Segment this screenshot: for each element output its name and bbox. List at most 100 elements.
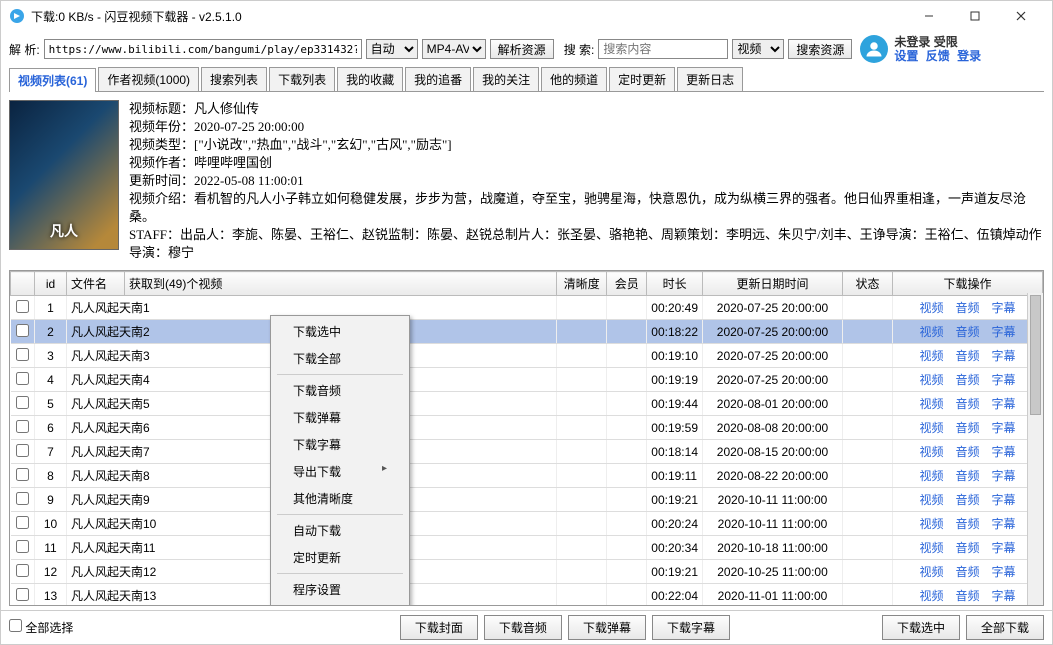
download-sub-link[interactable]: 字幕	[992, 541, 1016, 555]
row-checkbox[interactable]	[16, 588, 29, 601]
table-row[interactable]: 8凡人风起天南800:19:112020-08-22 20:00:00视频音频字…	[11, 464, 1043, 488]
download-sub-link[interactable]: 字幕	[992, 445, 1016, 459]
download-video-link[interactable]: 视频	[919, 373, 943, 387]
download-sub-link[interactable]: 字幕	[992, 373, 1016, 387]
context-menu-item[interactable]: 导出下载	[273, 458, 407, 485]
table-row[interactable]: 10凡人风起天南1000:20:242020-10-11 11:00:00视频音…	[11, 512, 1043, 536]
scrollbar-thumb[interactable]	[1030, 295, 1041, 415]
tab-0[interactable]: 视频列表(61)	[9, 68, 96, 92]
search-type-select[interactable]: 视频	[732, 39, 784, 59]
tab-9[interactable]: 更新日志	[677, 67, 743, 91]
row-checkbox[interactable]	[16, 564, 29, 577]
row-checkbox[interactable]	[16, 468, 29, 481]
download-video-link[interactable]: 视频	[919, 565, 943, 579]
login-link[interactable]: 登录	[957, 49, 981, 63]
download-sub-link[interactable]: 字幕	[992, 421, 1016, 435]
download-audio-link[interactable]: 音频	[955, 565, 979, 579]
download-video-link[interactable]: 视频	[919, 541, 943, 555]
row-checkbox[interactable]	[16, 516, 29, 529]
tab-5[interactable]: 我的追番	[405, 67, 471, 91]
context-menu-item[interactable]: 其他清晰度	[273, 485, 407, 512]
tab-6[interactable]: 我的关注	[473, 67, 539, 91]
download-audio-link[interactable]: 音频	[955, 349, 979, 363]
download-video-link[interactable]: 视频	[919, 421, 943, 435]
table-row[interactable]: 11凡人风起天南1100:20:342020-10-18 11:00:00视频音…	[11, 536, 1043, 560]
download-video-link[interactable]: 视频	[919, 349, 943, 363]
download-audio-link[interactable]: 音频	[955, 541, 979, 555]
table-row[interactable]: 9凡人风起天南900:19:212020-10-11 11:00:00视频音频字…	[11, 488, 1043, 512]
table-row[interactable]: 5凡人风起天南500:19:442020-08-01 20:00:00视频音频字…	[11, 392, 1043, 416]
search-input[interactable]	[598, 39, 728, 59]
context-menu-item[interactable]: 下载全部	[273, 345, 407, 372]
row-checkbox[interactable]	[16, 300, 29, 313]
download-sub-link[interactable]: 字幕	[992, 349, 1016, 363]
tab-2[interactable]: 搜索列表	[201, 67, 267, 91]
download-sub-link[interactable]: 字幕	[992, 397, 1016, 411]
download-audio-link[interactable]: 音频	[955, 469, 979, 483]
download-audio-link[interactable]: 音频	[955, 421, 979, 435]
table-row[interactable]: 2凡人风起天南200:18:222020-07-25 20:00:00视频音频字…	[11, 320, 1043, 344]
row-checkbox[interactable]	[16, 372, 29, 385]
row-checkbox[interactable]	[16, 444, 29, 457]
table-row[interactable]: 7凡人风起天南700:18:142020-08-15 20:00:00视频音频字…	[11, 440, 1043, 464]
auto-select[interactable]: 自动	[366, 39, 418, 59]
download-audio-link[interactable]: 音频	[955, 325, 979, 339]
context-menu-item[interactable]: 下载字幕	[273, 431, 407, 458]
tab-7[interactable]: 他的频道	[541, 67, 607, 91]
row-checkbox[interactable]	[16, 324, 29, 337]
context-menu-item[interactable]: 下载音频	[273, 377, 407, 404]
close-button[interactable]	[998, 1, 1044, 31]
download-video-link[interactable]: 视频	[919, 301, 943, 315]
table-row[interactable]: 1凡人风起天南100:20:492020-07-25 20:00:00视频音频字…	[11, 296, 1043, 320]
tab-8[interactable]: 定时更新	[609, 67, 675, 91]
download-all-button[interactable]: 全部下载	[966, 615, 1044, 640]
parse-button[interactable]: 解析资源	[490, 39, 554, 59]
context-menu-item[interactable]: 程序设置	[273, 576, 407, 603]
download-selected-button[interactable]: 下载选中	[882, 615, 960, 640]
user-avatar-icon[interactable]	[860, 35, 888, 63]
download-video-link[interactable]: 视频	[919, 469, 943, 483]
download-audio-button[interactable]: 下载音频	[484, 615, 562, 640]
download-sub-link[interactable]: 字幕	[992, 325, 1016, 339]
download-audio-link[interactable]: 音频	[955, 445, 979, 459]
search-button[interactable]: 搜索资源	[788, 39, 852, 59]
download-sub-link[interactable]: 字幕	[992, 493, 1016, 507]
download-sub-link[interactable]: 字幕	[992, 469, 1016, 483]
download-sub-link[interactable]: 字幕	[992, 301, 1016, 315]
maximize-button[interactable]	[952, 1, 998, 31]
table-row[interactable]: 12凡人风起天南1200:19:212020-10-25 11:00:00视频音…	[11, 560, 1043, 584]
download-audio-link[interactable]: 音频	[955, 493, 979, 507]
download-sub-button[interactable]: 下载字幕	[652, 615, 730, 640]
download-video-link[interactable]: 视频	[919, 325, 943, 339]
download-danmu-button[interactable]: 下载弹幕	[568, 615, 646, 640]
download-audio-link[interactable]: 音频	[955, 373, 979, 387]
tab-3[interactable]: 下载列表	[269, 67, 335, 91]
row-checkbox[interactable]	[16, 348, 29, 361]
download-sub-link[interactable]: 字幕	[992, 517, 1016, 531]
download-video-link[interactable]: 视频	[919, 445, 943, 459]
download-video-link[interactable]: 视频	[919, 517, 943, 531]
download-audio-link[interactable]: 音频	[955, 397, 979, 411]
row-checkbox[interactable]	[16, 492, 29, 505]
download-sub-link[interactable]: 字幕	[992, 589, 1016, 603]
select-all-checkbox[interactable]: 全部选择	[9, 619, 73, 636]
table-row[interactable]: 4凡人风起天南400:19:192020-07-25 20:00:00视频音频字…	[11, 368, 1043, 392]
url-input[interactable]	[44, 39, 362, 59]
download-video-link[interactable]: 视频	[919, 397, 943, 411]
tab-1[interactable]: 作者视频(1000)	[98, 67, 199, 91]
download-cover-button[interactable]: 下载封面	[400, 615, 478, 640]
context-menu-item[interactable]: 定时更新	[273, 544, 407, 571]
download-audio-link[interactable]: 音频	[955, 517, 979, 531]
context-menu-item[interactable]: 自动下载	[273, 517, 407, 544]
minimize-button[interactable]	[906, 1, 952, 31]
row-checkbox[interactable]	[16, 396, 29, 409]
download-sub-link[interactable]: 字幕	[992, 565, 1016, 579]
download-audio-link[interactable]: 音频	[955, 301, 979, 315]
tab-4[interactable]: 我的收藏	[337, 67, 403, 91]
format-select[interactable]: MP4-AVC	[422, 39, 486, 59]
settings-link[interactable]: 设置	[894, 49, 918, 63]
context-menu-item[interactable]: 下载选中	[273, 318, 407, 345]
feedback-link[interactable]: 反馈	[926, 49, 950, 63]
download-video-link[interactable]: 视频	[919, 493, 943, 507]
table-row[interactable]: 6凡人风起天南600:19:592020-08-08 20:00:00视频音频字…	[11, 416, 1043, 440]
